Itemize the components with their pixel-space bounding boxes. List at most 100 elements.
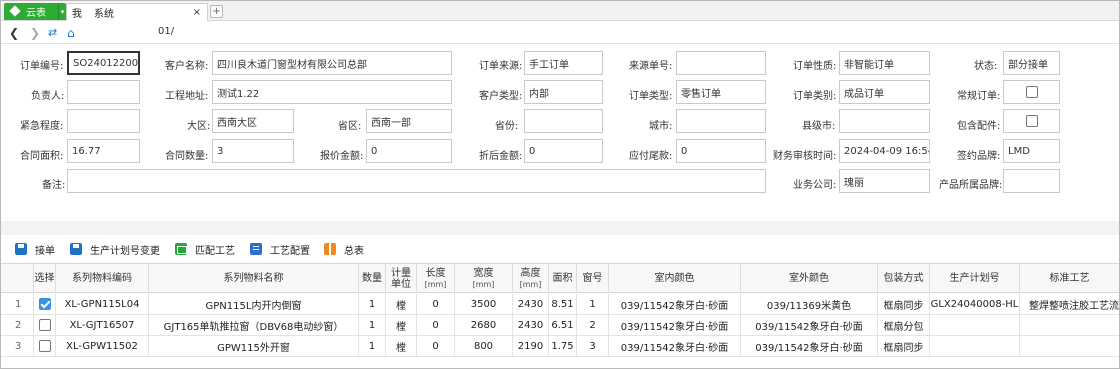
include-parts-checkbox[interactable] [1026, 115, 1038, 127]
cell-plan-no[interactable] [930, 336, 1020, 356]
cell-standard-process[interactable] [1020, 336, 1119, 356]
product-brand-field[interactable] [1003, 169, 1060, 193]
accept-order-button[interactable]: 接单 [15, 241, 55, 257]
cell-length[interactable]: 0 [417, 315, 455, 335]
cell-outer-color[interactable]: 039/11542象牙白·砂面 [741, 336, 878, 356]
cell-length[interactable]: 0 [417, 336, 455, 356]
cell-standard-process[interactable] [1020, 315, 1119, 335]
cell-area[interactable]: 8.51 [549, 294, 577, 314]
project-address-field[interactable]: 测试1.22 [212, 80, 452, 104]
cell-height[interactable]: 2430 [513, 315, 549, 335]
header-height[interactable]: 高度 [mm] [513, 264, 549, 293]
cell-code[interactable]: XL-GPN115L04 [56, 294, 149, 314]
order-no-field[interactable]: SO240122001 [67, 51, 140, 75]
cell-inner-color[interactable]: 039/11542象牙白·砂面 [609, 336, 741, 356]
cell-width[interactable]: 2680 [455, 315, 513, 335]
header-inner-color[interactable]: 室内颜色 [609, 264, 741, 293]
header-name[interactable]: 系列物料名称 [149, 264, 359, 293]
plan-no-change-button[interactable]: 生产计划号变更 [70, 241, 160, 257]
cell-name[interactable]: GPW115外开窗 [149, 336, 359, 356]
process-config-button[interactable]: 工艺配置 [250, 241, 310, 257]
discount-amount-field[interactable]: 0 [524, 139, 603, 163]
company-field[interactable]: 瑰丽 [839, 169, 930, 193]
header-standard-process[interactable]: 标准工艺 [1020, 264, 1119, 293]
cell-plan-no[interactable] [930, 315, 1020, 335]
header-length[interactable]: 长度 [mm] [417, 264, 455, 293]
source-no-field[interactable] [676, 51, 766, 75]
order-category-field[interactable]: 成品订单 [839, 80, 930, 104]
cell-qty[interactable]: 1 [359, 315, 386, 335]
header-outer-color[interactable]: 室外颜色 [741, 264, 878, 293]
order-nature-field[interactable]: 非智能订单 [839, 51, 930, 75]
header-packing[interactable]: 包装方式 [878, 264, 930, 293]
cell-outer-color[interactable]: 039/11369米黄色 [741, 294, 878, 314]
summary-button[interactable]: 总表 [324, 241, 364, 257]
close-icon[interactable]: × [193, 7, 201, 18]
home-icon[interactable]: ⌂ [67, 26, 75, 40]
row-checkbox[interactable] [38, 319, 51, 331]
dropdown-arrow-icon[interactable]: ▾ [58, 3, 66, 20]
county-field[interactable] [839, 109, 930, 133]
cell-outer-color[interactable]: 039/11542象牙白·砂面 [741, 315, 878, 335]
cell-code[interactable]: XL-GJT16507 [56, 315, 149, 335]
audit-time-field[interactable]: 2024-04-09 16:54:39 [839, 139, 930, 163]
cell-plan-no[interactable]: GLX24040008-HL [930, 294, 1020, 314]
status-field[interactable]: 部分接单 [1003, 51, 1060, 75]
cell-code[interactable]: XL-GPW11502 [56, 336, 149, 356]
header-window-no[interactable]: 窗号 [577, 264, 609, 293]
table-row[interactable]: 3 XL-GPW11502 GPW115外开窗 1 樘 0 800 2190 1.75 3 039/… [1, 336, 1119, 357]
cell-window-no[interactable]: 1 [577, 294, 609, 314]
header-unit[interactable]: 计量 单位 [386, 264, 417, 293]
owner-field[interactable] [67, 80, 140, 104]
customer-field[interactable]: 四川良木道门窗型材有限公司总部 [212, 51, 452, 75]
regular-order-checkbox[interactable] [1026, 86, 1038, 98]
header-width[interactable]: 宽度 [mm] [455, 264, 513, 293]
cell-width[interactable]: 3500 [455, 294, 513, 314]
cell-name[interactable]: GPN115L内开内倒窗 [149, 294, 359, 314]
header-qty[interactable]: 数量 [359, 264, 386, 293]
table-row[interactable]: 2 XL-GJT16507 GJT165单轨推拉窗（DBV68电动纱窗） 1 樘 0 268… [1, 315, 1119, 336]
header-area[interactable]: 面积 [549, 264, 577, 293]
back-icon[interactable]: ❮ [9, 26, 19, 40]
cell-unit[interactable]: 樘 [386, 294, 417, 314]
tail-amount-field[interactable]: 0 [676, 139, 766, 163]
city-field[interactable] [676, 109, 766, 133]
region-field[interactable]: 西南大区 [212, 109, 294, 133]
cell-unit[interactable]: 樘 [386, 336, 417, 356]
new-tab-button[interactable]: + [210, 5, 223, 18]
contract-area-field[interactable]: 16.77 [67, 139, 140, 163]
cell-height[interactable]: 2430 [513, 294, 549, 314]
cell-name[interactable]: GJT165单轨推拉窗（DBV68电动纱窗） [149, 315, 359, 335]
match-process-button[interactable]: 匹配工艺 [175, 241, 235, 257]
cell-width[interactable]: 800 [455, 336, 513, 356]
cell-packing[interactable]: 框扇分包 [878, 315, 930, 335]
quote-amount-field[interactable]: 0 [366, 139, 452, 163]
province-area-field[interactable]: 西南一部 [366, 109, 452, 133]
cell-height[interactable]: 2190 [513, 336, 549, 356]
header-code[interactable]: 系列物料编码 [56, 264, 149, 293]
cell-qty[interactable]: 1 [359, 336, 386, 356]
tab-system[interactable]: 我 系统 × [66, 3, 208, 21]
remark-field[interactable] [67, 169, 766, 193]
contract-qty-field[interactable]: 3 [212, 139, 294, 163]
cell-area[interactable]: 1.75 [549, 336, 577, 356]
customer-type-field[interactable]: 内部 [524, 80, 603, 104]
cell-window-no[interactable]: 2 [577, 315, 609, 335]
order-source-field[interactable]: 手工订单 [524, 51, 603, 75]
row-checkbox[interactable] [38, 298, 51, 310]
cell-window-no[interactable]: 3 [577, 336, 609, 356]
cell-standard-process[interactable]: 整焊整喷注胶工艺流程 [1020, 294, 1119, 314]
header-plan-no[interactable]: 生产计划号 [930, 264, 1020, 293]
urgency-field[interactable] [67, 109, 140, 133]
cloud-menu-tab[interactable]: 云表 ▾ [4, 3, 66, 20]
cell-inner-color[interactable]: 039/11542象牙白·砂面 [609, 294, 741, 314]
cell-packing[interactable]: 框扇同步 [878, 294, 930, 314]
cell-length[interactable]: 0 [417, 294, 455, 314]
cell-inner-color[interactable]: 039/11542象牙白·砂面 [609, 315, 741, 335]
province-field[interactable] [524, 109, 603, 133]
cell-qty[interactable]: 1 [359, 294, 386, 314]
table-row[interactable]: 1 XL-GPN115L04 GPN115L内开内倒窗 1 樘 0 3500 2430 8.51… [1, 294, 1119, 315]
refresh-icon[interactable]: ⇄ [48, 26, 57, 40]
row-checkbox[interactable] [38, 340, 51, 352]
cell-area[interactable]: 6.51 [549, 315, 577, 335]
